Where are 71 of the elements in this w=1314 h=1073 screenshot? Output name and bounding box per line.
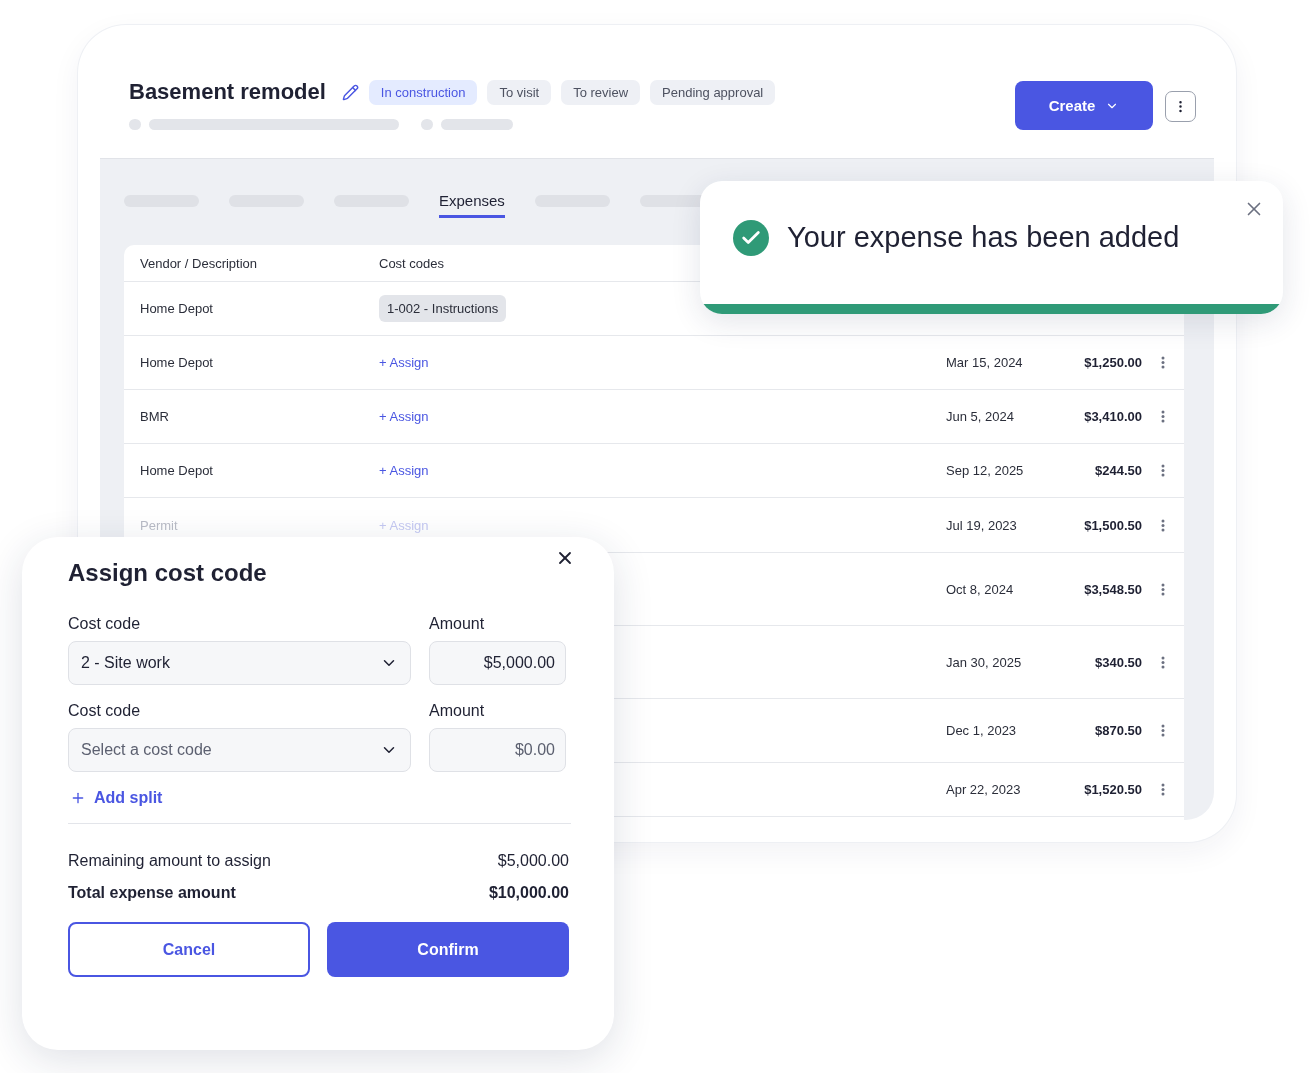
assign-link[interactable]: + Assign <box>379 355 429 370</box>
kebab-icon <box>1161 410 1165 423</box>
summary-label: Total expense amount <box>68 884 236 902</box>
project-title: Basement remodel <box>129 79 326 105</box>
create-button[interactable]: Create <box>1015 81 1153 130</box>
field-label: Amount <box>429 615 486 633</box>
summary-value: $10,000.00 <box>488 884 569 902</box>
more-button[interactable] <box>1165 91 1196 122</box>
status-chip[interactable]: Pending approval <box>650 79 776 105</box>
plus-icon <box>70 790 86 806</box>
assign-link[interactable]: + Assign <box>379 409 429 424</box>
vendor-cell-text: BMR <box>140 409 170 424</box>
toast-message: Your expense has been added <box>787 221 1180 254</box>
amount-cell-text: $1,250.00 <box>1083 355 1142 370</box>
add-split-link[interactable]: Add split <box>70 789 163 807</box>
date-cell-text: Jul 19, 2023 <box>946 517 1018 533</box>
dialog-title: Assign cost code <box>68 559 268 587</box>
row-menu-button[interactable] <box>1161 464 1165 477</box>
amount-cell-text: $870.50 <box>1094 723 1142 738</box>
kebab-icon <box>1161 724 1165 737</box>
cost-code-select[interactable]: Select a cost code <box>68 728 411 772</box>
field-label: Cost code <box>68 702 142 720</box>
amount-cell-text: $1,500.50 <box>1083 517 1142 533</box>
cancel-button[interactable]: Cancel <box>68 922 310 977</box>
status-chip[interactable]: In construction <box>368 79 478 105</box>
placeholder-bar <box>441 119 513 130</box>
row-menu-button[interactable] <box>1161 356 1165 369</box>
kebab-icon <box>1161 518 1165 532</box>
confirm-button[interactable]: Confirm <box>327 922 569 977</box>
status-chip[interactable]: To visit <box>487 79 552 105</box>
date-cell-text: Dec 1, 2023 <box>946 723 1018 738</box>
row-menu-button[interactable] <box>1161 655 1165 669</box>
vendor-cell-text: Home Depot <box>140 301 214 316</box>
kebab-icon <box>1161 356 1165 369</box>
row-menu-button[interactable] <box>1161 724 1165 737</box>
pencil-icon[interactable] <box>341 83 359 101</box>
column-header: Vendor / Description <box>140 255 259 271</box>
cost-code-select[interactable]: 2 - Site work <box>68 641 411 685</box>
amount-cell-text: $1,520.50 <box>1083 782 1142 797</box>
vendor-cell-text: Home Depot <box>140 355 214 370</box>
assign-link[interactable]: + Assign <box>379 463 429 478</box>
amount-cell-text: $3,548.50 <box>1083 581 1142 597</box>
vendor-cell-text: Permit <box>140 517 179 533</box>
tab[interactable]: Expenses <box>439 192 505 218</box>
kebab-icon <box>1161 655 1165 669</box>
date-cell-text: Mar 15, 2024 <box>946 355 1024 370</box>
date-cell-text: Jun 5, 2024 <box>946 409 1015 424</box>
row-menu-button[interactable] <box>1161 410 1165 423</box>
row-menu-button[interactable] <box>1161 582 1165 596</box>
date-cell-text: Jan 30, 2025 <box>946 654 1023 670</box>
vendor-cell-text: Home Depot <box>140 463 214 478</box>
amount-field[interactable]: $5,000.00 <box>429 641 566 685</box>
status-chip[interactable]: To review <box>561 79 641 105</box>
amount-cell-text: $340.50 <box>1094 654 1142 670</box>
summary-label: Remaining amount to assign <box>68 852 271 870</box>
amount-field[interactable]: $0.00 <box>429 728 566 772</box>
cost-code-tag: 1-002 - Instructions <box>379 295 507 322</box>
row-menu-button[interactable] <box>1161 518 1165 532</box>
amount-cell-text: $244.50 <box>1094 463 1142 478</box>
column-header: Cost codes <box>379 255 446 271</box>
kebab-icon <box>1161 582 1165 596</box>
row-menu-button[interactable] <box>1161 783 1165 796</box>
field-label: Amount <box>429 702 486 720</box>
summary-value: $5,000.00 <box>497 852 569 870</box>
date-cell-text: Sep 12, 2025 <box>946 463 1025 478</box>
field-label: Cost code <box>68 615 142 633</box>
amount-cell-text: $3,410.00 <box>1083 409 1142 424</box>
kebab-icon <box>1161 464 1165 477</box>
date-cell-text: Apr 22, 2023 <box>946 782 1022 797</box>
kebab-icon <box>1161 783 1165 796</box>
date-cell-text: Oct 8, 2024 <box>946 581 1015 597</box>
